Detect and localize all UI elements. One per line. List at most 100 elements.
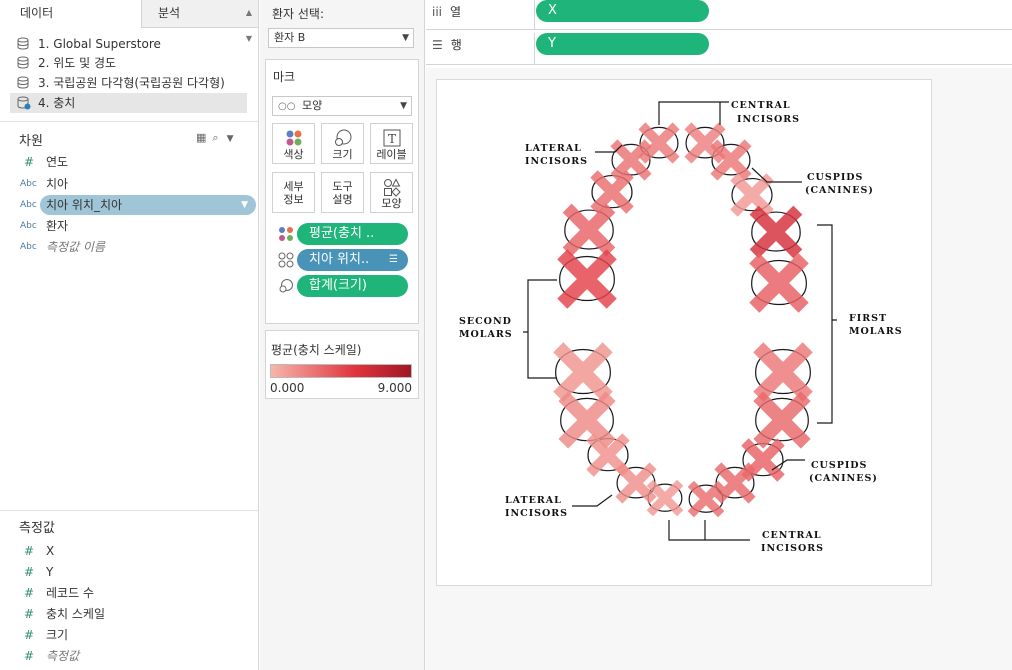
columns-pill[interactable]: X	[536, 0, 709, 22]
datasource-item-4[interactable]: 4. 충치	[10, 93, 247, 113]
color-pill[interactable]: 평균(충치 ..	[297, 223, 408, 245]
measure-field-x[interactable]: # X	[18, 541, 256, 561]
measures-title: 측정값	[19, 521, 55, 536]
size-icon	[334, 129, 351, 146]
anno-cuspids-bot-2: (CANINES)	[809, 473, 878, 484]
sort-icon: ☰	[389, 254, 398, 265]
tooth-mark-lower-molar-left[interactable]	[553, 342, 613, 402]
bracket-lateral-bot	[572, 494, 613, 507]
rows-pill[interactable]: Y	[536, 33, 709, 55]
tab-analysis[interactable]: 분석 ▲ ▼	[141, 0, 258, 43]
datasource-item-3[interactable]: 3. 국립공원 다각형(국립공원 다각형)	[10, 73, 247, 93]
rows-icon: ☰	[432, 38, 443, 52]
size-pill[interactable]: 합계(크기)	[297, 275, 408, 297]
datasource-icon	[17, 56, 29, 69]
tooth-mark-upper-molar-right[interactable]	[749, 253, 809, 313]
tab-data[interactable]: 데이터	[0, 0, 141, 28]
string-icon: Abc	[20, 221, 37, 231]
rows-shelf: ☰ 행 Y	[426, 33, 1012, 65]
anno-cuspids-bot-1: CUSPIDS	[811, 460, 867, 471]
dropdown-arrow-icon[interactable]: ▼	[241, 195, 248, 215]
field-label: 치아 위치_치아	[46, 198, 123, 212]
divider	[534, 33, 535, 65]
tooth-chart-svg: CENTRAL INCISORS LATERAL INCISORS CUSPID…	[459, 100, 902, 554]
label-button[interactable]: T 레이블	[370, 123, 413, 164]
tooth-mark-lower-incisor-right[interactable]	[687, 480, 725, 518]
shape-icon	[383, 178, 401, 197]
tooth-mark-upper-molar-left[interactable]	[557, 249, 617, 309]
search-icon[interactable]: ⌕	[212, 131, 218, 144]
numeric-icon: #	[24, 544, 35, 558]
tooltip-button[interactable]: 도구 설명	[321, 172, 364, 213]
tooth-mark-lower-molar2-right[interactable]	[753, 391, 811, 449]
dimension-field-tooth-position[interactable]: Abc 치아 위치_치아 ▼	[18, 195, 256, 215]
tooth-mark-upper-cuspid-right[interactable]	[730, 173, 774, 217]
datasource-item-1[interactable]: 1. Global Superstore	[10, 34, 247, 54]
dimension-field-measure-names[interactable]: Abc 측정값 이름	[18, 237, 256, 257]
view-toggle-icon[interactable]: ▦	[196, 131, 206, 144]
anno-second-molars-2: MOLARS	[459, 329, 513, 340]
patient-filter-value: 환자 B	[274, 31, 306, 44]
anno-central-top-2: INCISORS	[737, 114, 800, 125]
divider	[534, 0, 535, 30]
numeric-icon: #	[24, 565, 35, 579]
size-button[interactable]: 크기	[321, 123, 364, 164]
tooth-mark-upper-cuspid-left[interactable]	[590, 170, 634, 214]
rows-shelf-label-wrap: ☰ 행	[432, 33, 462, 57]
divider	[0, 510, 258, 511]
marks-title: 마크	[273, 70, 296, 84]
numeric-icon: #	[24, 649, 35, 663]
tooth-mark-lower-lateral-right[interactable]	[714, 462, 756, 504]
datasource-label: 2. 위도 및 경도	[38, 56, 117, 70]
mark-type-dropdown[interactable]: ○○ 모양 ▼	[272, 96, 412, 116]
numeric-icon: #	[24, 155, 35, 169]
tooth-mark-lower-molar2-left[interactable]	[558, 391, 616, 449]
field-label: 치아	[46, 177, 69, 191]
legend-max: 9.000	[377, 381, 412, 395]
chevron-down-icon: ▼	[400, 101, 407, 111]
bracket-second-molars	[523, 279, 557, 379]
columns-shelf-label-wrap: iii 열	[432, 0, 461, 24]
columns-icon: iii	[432, 5, 443, 19]
tooth-mark-lower-molar-right[interactable]	[753, 342, 813, 402]
shape-label: 모양	[381, 197, 402, 210]
datasource-item-2[interactable]: 2. 위도 및 경도	[10, 53, 247, 73]
tooltip-label-1: 도구	[332, 180, 353, 193]
datasource-label: 3. 국립공원 다각형(국립공원 다각형)	[38, 76, 225, 90]
color-button[interactable]: 색상	[272, 123, 315, 164]
field-label: 충치 스케일	[46, 607, 106, 621]
measure-field-record-count[interactable]: # 레코드 수	[18, 583, 256, 603]
datasource-label: 4. 충치	[38, 96, 76, 110]
dimension-field-patient[interactable]: Abc 환자	[18, 216, 256, 236]
tooth-mark-upper-premolar-right[interactable]	[749, 205, 803, 259]
tab-analysis-label: 분석	[158, 6, 181, 20]
measure-field-decay-scale[interactable]: # 충치 스케일	[18, 604, 256, 624]
field-label: 연도	[46, 155, 69, 169]
field-label: 크기	[46, 628, 69, 642]
shape-button[interactable]: 모양	[370, 172, 413, 213]
shape-pill[interactable]: 치아 위치.. ☰	[297, 249, 408, 271]
shapes-icon: ○○	[278, 101, 296, 112]
divider	[0, 121, 258, 122]
field-label: X	[46, 544, 55, 558]
color-ramp[interactable]	[270, 364, 412, 378]
viz-area: CENTRAL INCISORS LATERAL INCISORS CUSPID…	[426, 68, 1012, 670]
menu-chevron-icon[interactable]: ▼	[227, 134, 234, 144]
dimension-field-tooth[interactable]: Abc 치아	[18, 174, 256, 194]
anno-central-bot-2: INCISORS	[761, 543, 824, 554]
anno-cuspids-top-1: CUSPIDS	[807, 172, 863, 183]
dimension-field-year[interactable]: # 연도	[18, 152, 256, 172]
measure-field-size[interactable]: # 크기	[18, 625, 256, 645]
tooth-mark-upper-premolar-left[interactable]	[562, 203, 616, 257]
mark-type-value: 모양	[301, 99, 323, 112]
field-label: 환자	[46, 219, 69, 233]
anno-central-top-1: CENTRAL	[731, 100, 791, 111]
measure-field-measure-values[interactable]: # 측정값	[18, 646, 256, 666]
tooth-chart[interactable]: CENTRAL INCISORS LATERAL INCISORS CUSPID…	[436, 79, 932, 586]
color-label: 색상	[283, 148, 304, 161]
tooth-mark-lower-lateral-left[interactable]	[615, 462, 657, 504]
measure-field-y[interactable]: # Y	[18, 562, 256, 582]
patient-filter-dropdown[interactable]: 환자 B ▼	[268, 28, 414, 48]
dimension-tools: ▦ ⌕ ▼	[196, 131, 234, 145]
detail-button[interactable]: 세부 정보	[272, 172, 315, 213]
